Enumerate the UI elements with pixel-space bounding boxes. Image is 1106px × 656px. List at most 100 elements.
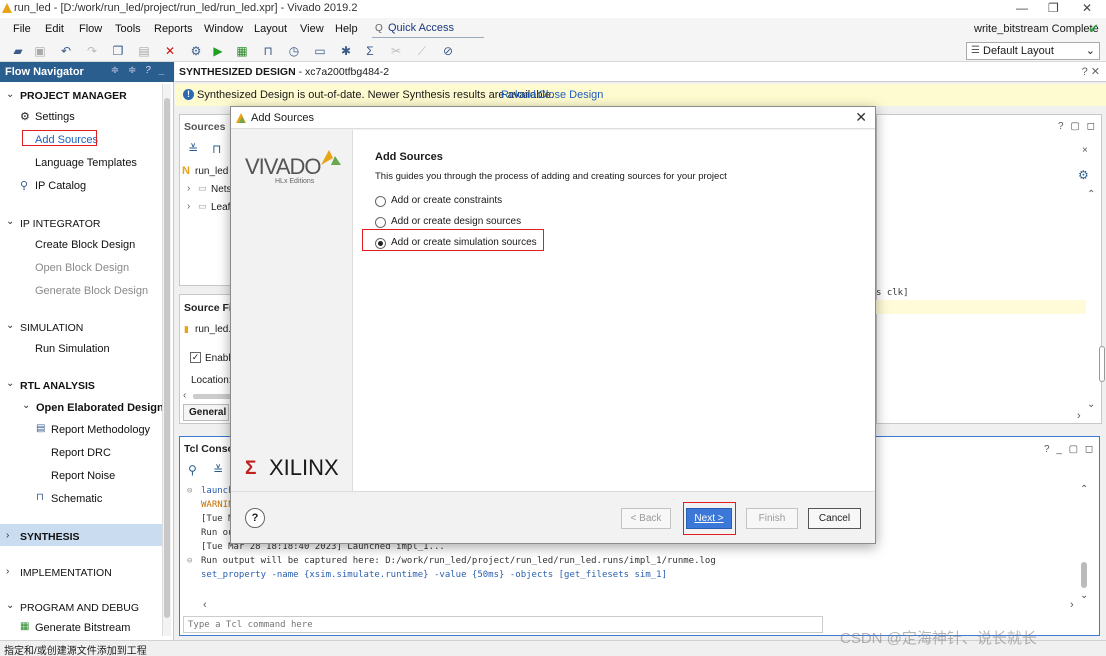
nav-open-elaborated-design[interactable]: Open Elaborated Design <box>36 402 164 414</box>
nav-project-manager[interactable]: PROJECT MANAGER <box>20 90 127 102</box>
flow-navigator-controls[interactable]: ≑ ≑ ? _ <box>111 65 168 76</box>
nav-generate-bitstream[interactable]: Generate Bitstream <box>35 622 130 634</box>
menu-flow[interactable]: Flow <box>79 23 102 35</box>
delete-icon[interactable]: ✕ <box>162 43 178 59</box>
chevron-down-icon[interactable]: ⌄ <box>6 320 14 331</box>
close-design-link[interactable]: Close Design <box>538 89 603 101</box>
sources-nets[interactable]: Nets <box>211 184 232 195</box>
horizontal-scrollbar[interactable] <box>193 394 231 399</box>
nav-report-drc[interactable]: Report DRC <box>51 447 111 459</box>
nav-program-and-debug[interactable]: PROGRAM AND DEBUG <box>20 602 139 614</box>
tcl-scrollbar-thumb[interactable] <box>1081 562 1087 588</box>
tcl-command-input[interactable] <box>183 616 823 633</box>
paste-icon[interactable]: ▤ <box>136 43 152 59</box>
nav-ip-integrator[interactable]: IP INTEGRATOR <box>20 218 101 230</box>
scroll-up-icon[interactable]: ⌃ <box>1080 484 1088 495</box>
menu-view[interactable]: View <box>300 23 324 35</box>
program-icon[interactable]: ▦ <box>234 43 250 59</box>
sources-root[interactable]: run_led <box>195 166 228 177</box>
chevron-down-icon[interactable]: ⌄ <box>6 600 14 611</box>
design-header-controls[interactable]: ? ✕ <box>1082 65 1100 78</box>
finish-button[interactable]: Finish <box>746 508 798 529</box>
close-window-button[interactable]: ✕ <box>1082 1 1092 15</box>
cancel-button[interactable]: Cancel <box>808 508 861 529</box>
tcl-console-controls[interactable]: ? _ ▢ ◻ <box>1044 444 1095 455</box>
scroll-up-icon[interactable]: ⌃ <box>1087 189 1095 200</box>
chevron-right-icon[interactable]: › <box>187 183 190 194</box>
tool-disabled-icon[interactable]: ✂ <box>388 43 404 59</box>
schematic-icon[interactable]: ⊓ <box>260 43 276 59</box>
chevron-down-icon[interactable]: ⌄ <box>6 378 14 389</box>
edge-scroll-handle[interactable] <box>1099 346 1105 382</box>
option-design-label[interactable]: Add or create design sources <box>391 216 521 227</box>
chevron-right-icon[interactable]: › <box>187 201 190 212</box>
radio-design-sources[interactable] <box>375 217 386 228</box>
enable-checkbox[interactable]: ✓ <box>190 352 201 363</box>
layout-select[interactable]: ☰ Default Layout ⌄ <box>966 42 1100 60</box>
nav-report-methodology[interactable]: Report Methodology <box>51 424 150 436</box>
flow-navigator-scrollbar[interactable] <box>162 84 171 636</box>
panel-controls[interactable]: ? ▢ ◻ <box>1058 121 1097 132</box>
maximize-button[interactable]: ❐ <box>1048 1 1059 15</box>
nav-rtl-analysis[interactable]: RTL ANALYSIS <box>20 380 95 392</box>
back-button[interactable]: < Back <box>621 508 671 529</box>
tool-disabled-2-icon[interactable]: ⟋ <box>414 43 430 59</box>
nav-run-simulation[interactable]: Run Simulation <box>35 343 110 355</box>
collapse-all-icon[interactable]: ≚ <box>188 142 198 156</box>
scroll-left-icon[interactable]: ‹ <box>203 599 207 611</box>
chevron-right-icon[interactable]: › <box>6 566 9 577</box>
sources-leaf[interactable]: Leaf <box>211 202 230 213</box>
gear-icon[interactable]: ⚙ <box>1078 168 1089 182</box>
menu-edit[interactable]: Edit <box>45 23 64 35</box>
reload-link[interactable]: Reload <box>501 89 536 101</box>
scroll-down-icon[interactable]: ⌄ <box>1087 399 1095 410</box>
gear-icon[interactable]: ✱ <box>338 43 354 59</box>
radio-constraints[interactable] <box>375 196 386 207</box>
menu-window[interactable]: Window <box>204 23 243 35</box>
tab-general[interactable]: General <box>183 404 229 421</box>
sigma-icon[interactable]: Σ <box>362 43 378 59</box>
nav-synthesis[interactable]: SYNTHESIS <box>20 531 80 543</box>
nav-ip-catalog[interactable]: IP Catalog <box>35 180 86 192</box>
open-project-icon[interactable]: ▰ <box>10 43 26 59</box>
menu-help[interactable]: Help <box>335 23 358 35</box>
run-icon[interactable]: ▶ <box>210 43 226 59</box>
chevron-down-icon[interactable]: ⌄ <box>6 216 14 227</box>
settings-gear-icon[interactable]: ⚙ <box>188 43 204 59</box>
report-icon[interactable]: ▭ <box>312 43 328 59</box>
fold-icon[interactable]: ⊖ <box>187 486 192 496</box>
menu-reports[interactable]: Reports <box>154 23 193 35</box>
chevron-right-icon[interactable]: › <box>6 530 9 541</box>
nav-open-block-design[interactable]: Open Block Design <box>35 262 129 274</box>
close-panel-icon[interactable]: × <box>1082 145 1088 156</box>
nav-language-templates[interactable]: Language Templates <box>35 157 137 169</box>
menu-file[interactable]: File <box>13 23 31 35</box>
nav-report-noise[interactable]: Report Noise <box>51 470 115 482</box>
quick-access-search[interactable]: Q Quick Access <box>372 20 484 38</box>
undo-icon[interactable]: ↶ <box>58 43 74 59</box>
collapse-all-icon[interactable]: ≚ <box>213 463 223 477</box>
nav-settings[interactable]: Settings <box>35 111 75 123</box>
dialog-close-button[interactable]: ✕ <box>855 109 867 126</box>
nav-schematic[interactable]: Schematic <box>51 493 102 505</box>
fold-icon[interactable]: ⊖ <box>187 556 192 566</box>
search-icon[interactable]: ⚲ <box>188 463 197 477</box>
scroll-left-icon[interactable]: ‹ <box>183 390 186 401</box>
help-button[interactable]: ? <box>245 508 265 528</box>
nav-generate-block-design[interactable]: Generate Block Design <box>35 285 148 297</box>
nav-create-block-design[interactable]: Create Block Design <box>35 239 135 251</box>
scroll-right-icon[interactable]: › <box>1070 599 1074 611</box>
redo-icon[interactable]: ↷ <box>84 43 100 59</box>
scrollbar-thumb[interactable] <box>164 98 170 618</box>
chevron-down-icon[interactable]: ⌄ <box>6 89 14 100</box>
option-constraints-label[interactable]: Add or create constraints <box>391 195 502 206</box>
scroll-down-icon[interactable]: ⌄ <box>1080 590 1088 601</box>
chevron-down-icon[interactable]: ⌄ <box>22 400 30 411</box>
nav-simulation[interactable]: SIMULATION <box>20 322 83 334</box>
menu-layout[interactable]: Layout <box>254 23 287 35</box>
minimize-button[interactable]: — <box>1016 1 1028 15</box>
copy-icon[interactable]: ❐ <box>110 43 126 59</box>
save-icon[interactable]: ▣ <box>32 43 48 59</box>
cancel-tool-icon[interactable]: ⊘ <box>440 43 456 59</box>
nav-implementation[interactable]: IMPLEMENTATION <box>20 567 112 579</box>
